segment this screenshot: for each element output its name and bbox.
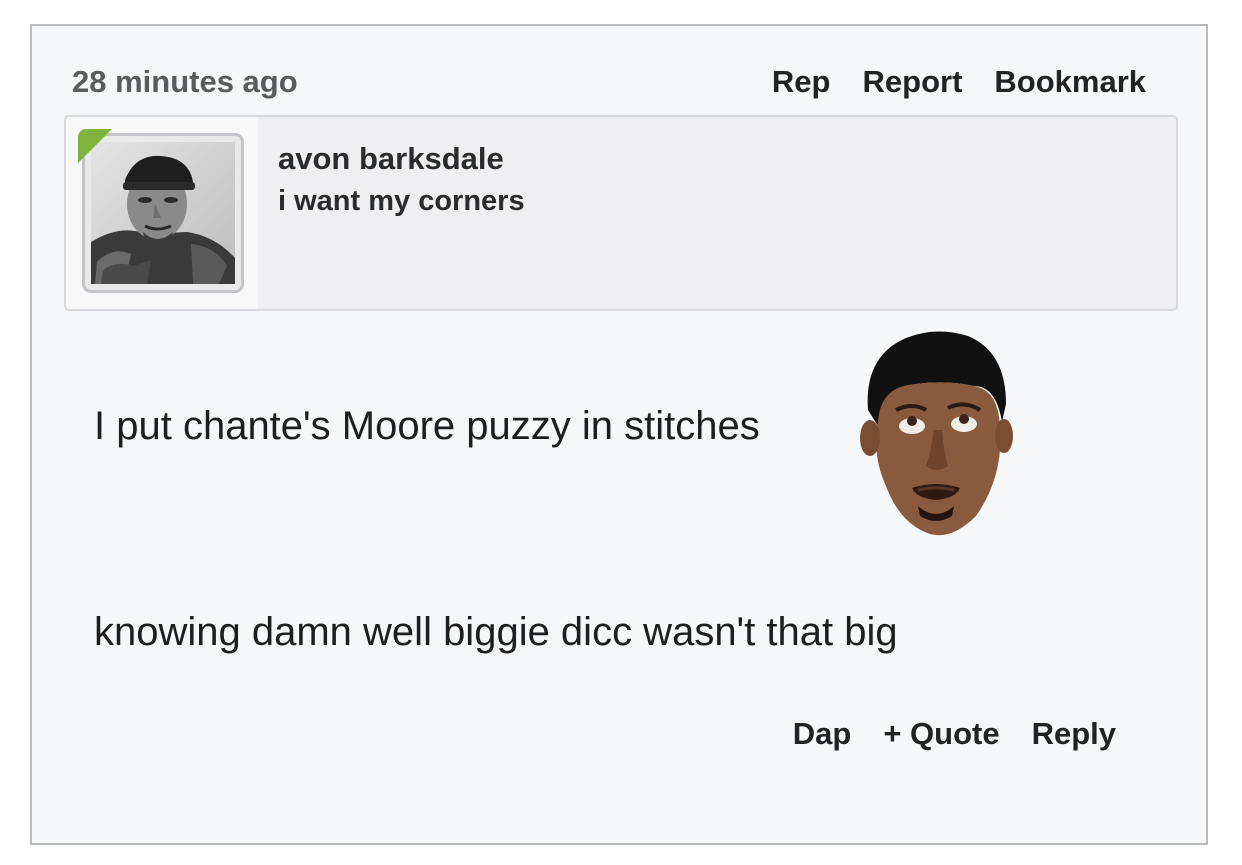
forum-post: 28 minutes ago Rep Report Bookmark avon … — [30, 24, 1208, 845]
rep-button[interactable]: Rep — [772, 64, 831, 100]
post-text-line: knowing damn well biggie dicc wasn't tha… — [94, 610, 898, 654]
eye-roll-face-icon — [860, 331, 1013, 536]
post-header-actions: Rep Report Bookmark — [772, 64, 1146, 100]
avatar-column — [66, 117, 258, 309]
author-username[interactable]: avon barksdale — [278, 139, 525, 179]
post-timestamp: 28 minutes ago — [72, 64, 298, 99]
author-info: avon barksdale i want my corners — [278, 139, 525, 223]
dap-button[interactable]: Dap — [793, 716, 852, 752]
report-button[interactable]: Report — [863, 64, 963, 100]
post-text-line: I put chante's Moore puzzy in stitches — [94, 404, 760, 448]
bookmark-button[interactable]: Bookmark — [994, 64, 1146, 100]
author-card: avon barksdale i want my corners — [64, 115, 1178, 311]
author-title: i want my corners — [278, 185, 525, 217]
online-indicator-icon — [78, 129, 112, 163]
post-footer-actions: Dap + Quote Reply — [793, 716, 1116, 752]
reply-button[interactable]: Reply — [1032, 716, 1116, 752]
post-meta-row: 28 minutes ago Rep Report Bookmark — [72, 62, 1146, 102]
avatar-image — [91, 142, 235, 284]
quote-button[interactable]: + Quote — [883, 716, 999, 752]
